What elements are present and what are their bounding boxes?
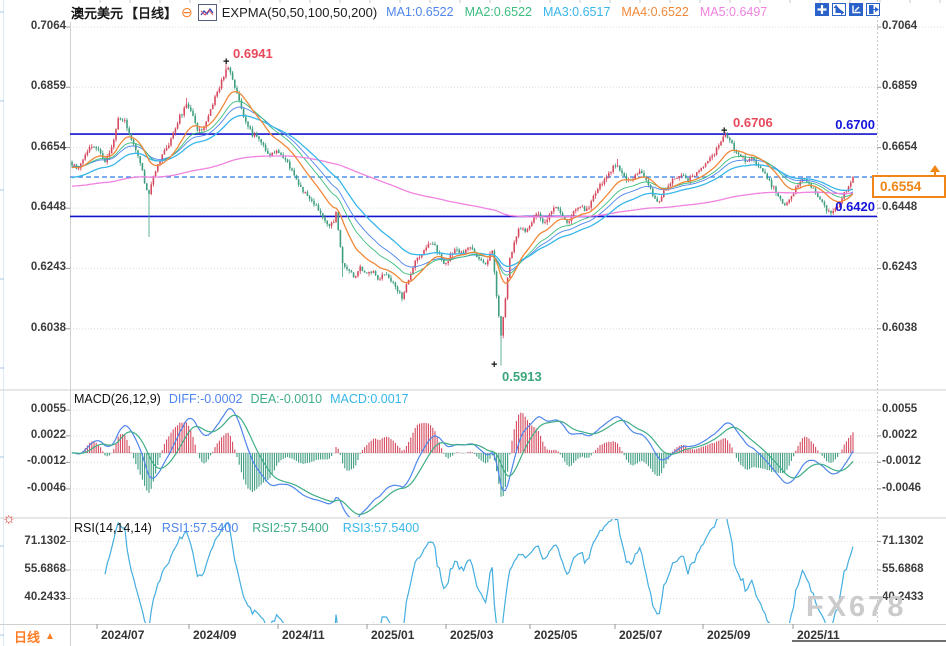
ma-value-label: MA1:0.6522 [386, 5, 453, 19]
current-price-value: 0.6554 [880, 179, 921, 194]
axis-zoom-icon[interactable] [832, 3, 846, 16]
price-up-arrow-icon [929, 165, 941, 177]
chart-toolbar [815, 3, 880, 16]
watermark: FX678 [806, 591, 906, 624]
ma-values: MA1:0.6522 MA2:0.6522 MA3:0.6517 MA4:0.6522… [386, 5, 767, 19]
ma-value-label: MA5:0.6497 [700, 5, 767, 19]
indicator-value-label: DEA:-0.0010 [250, 392, 322, 406]
macd-title: MACD(26,12,9) [74, 392, 161, 406]
rsi-panel-header: RSI(14,14,14) RSI1:57.5400RSI2:57.5400RS… [74, 521, 419, 535]
indicator-value-label: RSI3:57.5400 [343, 521, 419, 535]
period-selector-label: 日线 [14, 627, 40, 646]
indicator-value-label: RSI2:57.5400 [252, 521, 328, 535]
ma-value-label: MA4:0.6522 [621, 5, 688, 19]
indicator-value-label: MACD:0.0017 [330, 392, 409, 406]
sun-icon[interactable]: ☼ [2, 511, 16, 526]
chart-header: 澳元美元 【日线】 ⊖ EXPMA(50,50,100,50,200) MA1:… [71, 3, 767, 21]
ma-value-label: MA2:0.6522 [465, 5, 532, 19]
indicator-value-label: RSI1:57.5400 [162, 521, 238, 535]
ma-value-label: MA3:0.6517 [543, 5, 610, 19]
indicator-chart-icon[interactable] [198, 4, 217, 21]
trading-chart-window: 0.67000.64200.70640.70640.68590.68590.66… [0, 0, 946, 646]
rsi-values: RSI1:57.5400 RSI2:57.5400 RSI3:57.5400 [162, 521, 419, 535]
macd-panel-header: MACD(26,12,9) DIFF:-0.0002 DEA:-0.0010 MAC… [74, 392, 409, 406]
period-dropdown-arrow-icon: ▲ [45, 631, 55, 642]
indicator-value-label: DIFF:-0.0002 [169, 392, 243, 406]
collapse-icon[interactable]: ⊖ [181, 5, 193, 19]
pan-icon[interactable] [815, 3, 829, 16]
current-price-tag: 0.6554 [872, 175, 946, 198]
macd-values: DIFF:-0.0002 DEA:-0.0010 MACD:0.0017 [169, 392, 409, 406]
exit-right-icon[interactable] [866, 3, 880, 16]
axis-drag-icon[interactable] [849, 3, 863, 16]
period-selector[interactable]: 日线 ▲ [14, 627, 55, 646]
chart-canvas[interactable] [0, 0, 946, 646]
period-tag: 【日线】 [125, 3, 177, 22]
indicator-label: EXPMA(50,50,100,50,200) [222, 5, 377, 20]
symbol-title: 澳元美元 [71, 3, 123, 22]
rsi-title: RSI(14,14,14) [74, 521, 152, 535]
